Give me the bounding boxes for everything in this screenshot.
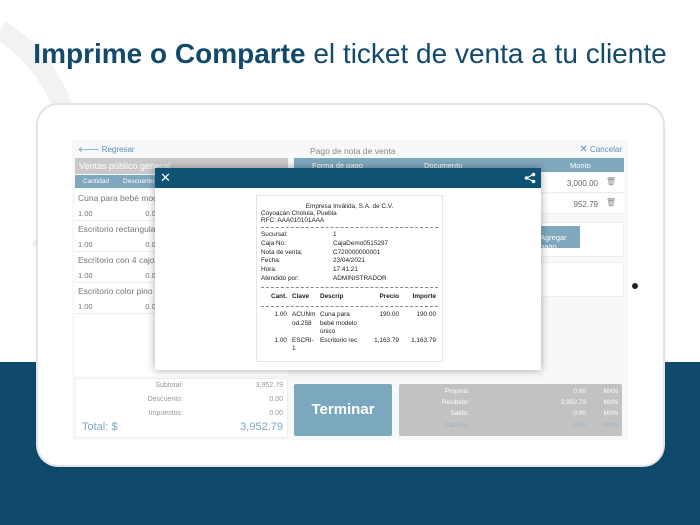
share-icon[interactable] xyxy=(524,171,536,189)
finish-button[interactable]: Terminar xyxy=(294,384,392,436)
page-title: Pago de nota de venta xyxy=(310,146,396,156)
back-button[interactable]: 🡐 Regresar xyxy=(78,144,135,154)
trash-icon[interactable]: 🗑 xyxy=(606,177,616,186)
total-value: 3,952.79 xyxy=(240,421,283,433)
close-icon: ✕ xyxy=(579,144,588,155)
ticket-preview: Empresa Inválida, S.A. de C.V. Coyoacán … xyxy=(256,195,443,362)
tab-descuento[interactable]: Descuento xyxy=(123,178,154,185)
trash-icon[interactable]: 🗑 xyxy=(606,198,616,207)
modal-header: ✕ xyxy=(155,168,541,188)
close-icon[interactable]: ✕ xyxy=(160,170,171,186)
totals-panel: Subtotal: 3,952.79 Descuento: 0.00 Impuest… xyxy=(75,378,288,438)
cancel-button[interactable]: ✕ Cancelar xyxy=(579,144,622,155)
headline: Imprime o Comparte el ticket de venta a … xyxy=(33,38,667,69)
total-label: Total: $ xyxy=(82,421,118,433)
tablet-home-dot xyxy=(632,283,638,289)
add-payment-button[interactable]: Agregar pago xyxy=(538,226,580,251)
tab-cantidad[interactable]: Cantidad xyxy=(83,178,109,185)
ticket-modal: ✕ Empresa Inválida, S.A. de C.V. Coyoacá… xyxy=(155,168,541,370)
payment-summary: Propina: 0.00 MXN Recibido: 3,952.79 MXN Sal… xyxy=(399,384,622,436)
back-arrow-icon: 🡐 xyxy=(78,145,100,154)
